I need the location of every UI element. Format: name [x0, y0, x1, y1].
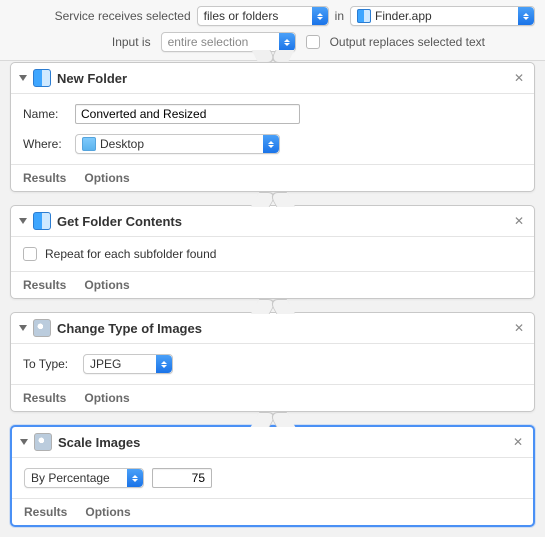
- input-type-select[interactable]: files or folders: [197, 6, 329, 26]
- input-scope-select[interactable]: entire selection: [161, 32, 296, 52]
- action-title: Change Type of Images: [57, 321, 506, 336]
- scale-mode-select[interactable]: By Percentage: [24, 468, 144, 488]
- chevron-updown-icon: [263, 135, 279, 153]
- options-button[interactable]: Options: [84, 171, 129, 185]
- results-button[interactable]: Results: [23, 171, 66, 185]
- name-label: Name:: [23, 107, 67, 121]
- chevron-updown-icon: [127, 469, 143, 487]
- preview-icon: [33, 319, 51, 337]
- close-icon[interactable]: ✕: [512, 214, 526, 228]
- disclosure-triangle-icon[interactable]: [19, 218, 27, 224]
- results-button[interactable]: Results: [23, 391, 66, 405]
- connector-icon: [10, 412, 535, 426]
- action-change-type-of-images: Change Type of Images ✕ To Type: JPEG Re…: [10, 312, 535, 412]
- disclosure-triangle-icon[interactable]: [19, 325, 27, 331]
- to-type-select[interactable]: JPEG: [83, 354, 173, 374]
- where-label: Where:: [23, 137, 67, 151]
- finder-icon: [33, 69, 51, 87]
- disclosure-triangle-icon[interactable]: [19, 75, 27, 81]
- output-replaces-label: Output replaces selected text: [330, 35, 485, 49]
- action-get-folder-contents: Get Folder Contents ✕ Repeat for each su…: [10, 205, 535, 299]
- close-icon[interactable]: ✕: [511, 435, 525, 449]
- finder-icon: [357, 9, 371, 23]
- action-title: Scale Images: [58, 435, 505, 450]
- action-new-folder: New Folder ✕ Name: Where: Desktop Result…: [10, 62, 535, 192]
- input-is-label: Input is: [112, 35, 151, 49]
- action-title: New Folder: [57, 71, 506, 86]
- scale-mode-value: By Percentage: [31, 471, 110, 485]
- connector-icon: [10, 299, 535, 313]
- close-icon[interactable]: ✕: [512, 321, 526, 335]
- repeat-subfolder-label: Repeat for each subfolder found: [45, 247, 216, 261]
- chevron-updown-icon: [312, 7, 328, 25]
- close-icon[interactable]: ✕: [512, 71, 526, 85]
- results-button[interactable]: Results: [24, 505, 67, 519]
- to-type-label: To Type:: [23, 357, 75, 371]
- to-type-value: JPEG: [90, 357, 121, 371]
- preview-icon: [34, 433, 52, 451]
- action-scale-images[interactable]: Scale Images ✕ By Percentage Results Opt…: [10, 425, 535, 527]
- scale-value-input[interactable]: [152, 468, 212, 488]
- disclosure-triangle-icon[interactable]: [20, 439, 28, 445]
- output-replaces-checkbox[interactable]: [306, 35, 320, 49]
- app-select[interactable]: Finder.app: [350, 6, 535, 26]
- folder-icon: [82, 137, 96, 151]
- action-title: Get Folder Contents: [57, 214, 506, 229]
- chevron-updown-icon: [518, 7, 534, 25]
- chevron-updown-icon: [279, 33, 295, 51]
- chevron-updown-icon: [156, 355, 172, 373]
- workflow-canvas: New Folder ✕ Name: Where: Desktop Result…: [0, 51, 545, 537]
- input-scope-value: entire selection: [168, 35, 249, 49]
- options-button[interactable]: Options: [84, 391, 129, 405]
- repeat-subfolder-checkbox[interactable]: [23, 247, 37, 261]
- connector-icon: [10, 192, 535, 206]
- app-value: Finder.app: [375, 9, 432, 23]
- service-receives-label: Service receives selected: [55, 9, 191, 23]
- folder-name-input[interactable]: [75, 104, 300, 124]
- results-button[interactable]: Results: [23, 278, 66, 292]
- where-select[interactable]: Desktop: [75, 134, 280, 154]
- input-type-value: files or folders: [204, 9, 279, 23]
- where-value: Desktop: [100, 137, 144, 151]
- finder-icon: [33, 212, 51, 230]
- options-button[interactable]: Options: [85, 505, 130, 519]
- options-button[interactable]: Options: [84, 278, 129, 292]
- in-label: in: [335, 9, 344, 23]
